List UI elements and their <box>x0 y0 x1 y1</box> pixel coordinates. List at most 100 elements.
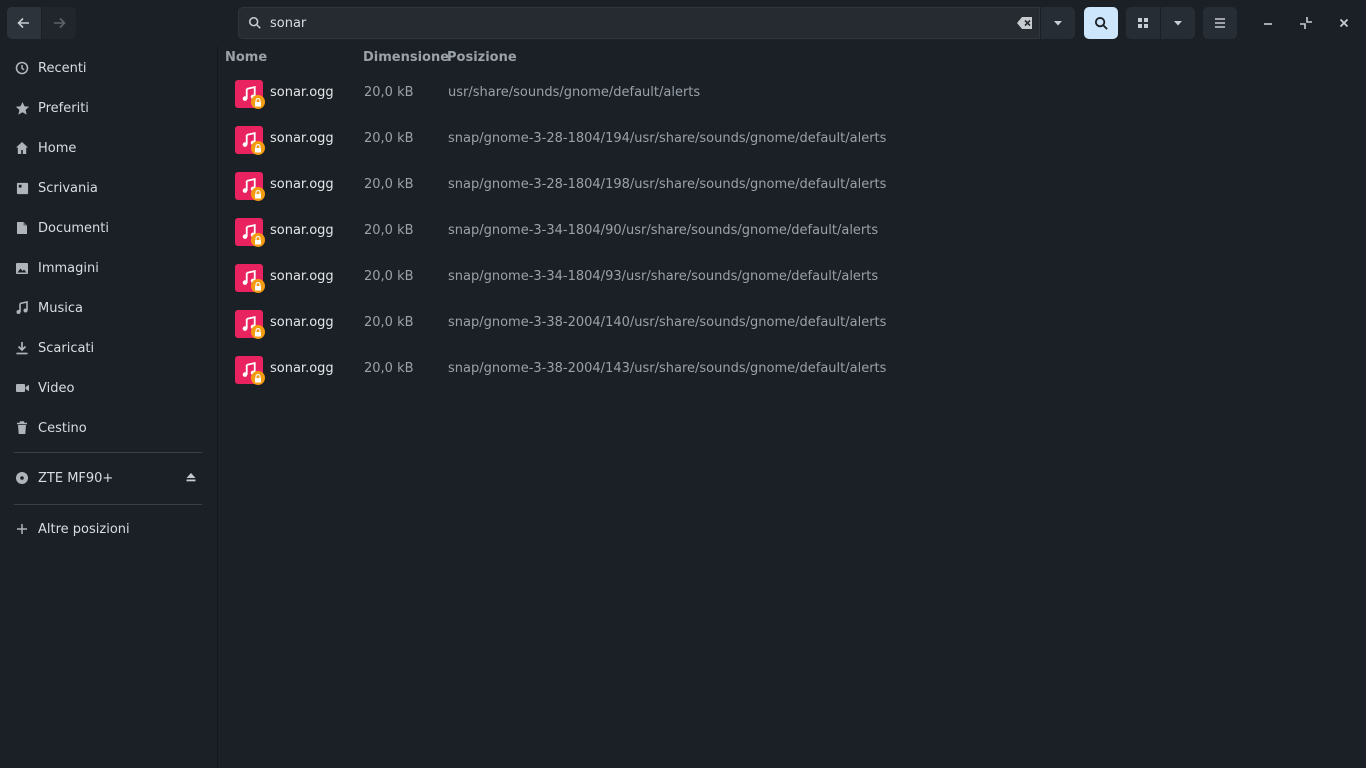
file-location: snap/gnome-3-28-1804/198/usr/share/sound… <box>448 177 887 192</box>
sidebar-item-scaricati[interactable]: Scaricati <box>0 328 218 368</box>
back-button[interactable] <box>7 7 41 39</box>
lock-icon <box>251 371 265 385</box>
lock-icon <box>251 141 265 155</box>
sidebar-item-label: Documenti <box>38 220 109 236</box>
disc-icon <box>14 470 30 486</box>
sidebar-item-label: Altre posizioni <box>38 521 130 537</box>
column-header-size[interactable]: Dimensione <box>363 50 449 65</box>
table-row[interactable]: sonar.ogg 20,0 kB snap/gnome-3-38-2004/140… <box>219 300 1366 346</box>
clock-icon <box>14 60 30 76</box>
sidebar-separator <box>14 504 202 505</box>
restore-icon <box>1300 17 1312 29</box>
file-size: 20,0 kB <box>364 269 414 284</box>
sidebar-item-cestino[interactable]: Cestino <box>0 408 218 448</box>
desktop-icon <box>14 180 30 196</box>
star-icon <box>14 100 30 116</box>
close-icon <box>1339 18 1349 28</box>
file-size: 20,0 kB <box>364 315 414 330</box>
file-name: sonar.ogg <box>270 131 334 146</box>
sidebar-item-video[interactable]: Video <box>0 368 218 408</box>
search-input[interactable] <box>270 15 990 31</box>
close-button[interactable] <box>1328 7 1360 39</box>
sidebar-item-label: ZTE MF90+ <box>38 470 114 486</box>
file-list: Nome Dimensione Posizione sonar.ogg 20,0 … <box>219 46 1366 768</box>
sidebar-item-documenti[interactable]: Documenti <box>0 208 218 248</box>
sidebar-item-musica[interactable]: Musica <box>0 288 218 328</box>
grid-icon <box>1138 18 1148 28</box>
sidebar-item-label: Video <box>38 380 75 396</box>
hamburger-menu-icon <box>1215 18 1225 28</box>
file-location: usr/share/sounds/gnome/default/alerts <box>448 85 701 100</box>
lock-icon <box>251 187 265 201</box>
arrow-right-icon <box>54 17 66 29</box>
file-name: sonar.ogg <box>270 177 334 192</box>
file-location: snap/gnome-3-38-2004/143/usr/share/sound… <box>448 361 887 376</box>
sidebar-item-other-locations[interactable]: Altre posizioni <box>0 509 218 549</box>
chevron-down-icon <box>1174 21 1182 26</box>
lock-icon <box>251 279 265 293</box>
file-name: sonar.ogg <box>270 361 334 376</box>
file-name: sonar.ogg <box>270 223 334 238</box>
music-icon <box>14 300 30 316</box>
sidebar-separator <box>14 452 202 453</box>
header-bar <box>0 0 1366 46</box>
sidebar-item-device[interactable]: ZTE MF90+ <box>0 458 218 498</box>
home-icon <box>14 140 30 156</box>
table-row[interactable]: sonar.ogg 20,0 kB snap/gnome-3-28-1804/194… <box>219 116 1366 162</box>
sidebar-item-scrivania[interactable]: Scrivania <box>0 168 218 208</box>
lock-icon <box>251 95 265 109</box>
file-size: 20,0 kB <box>364 85 414 100</box>
sidebar-item-label: Scrivania <box>38 180 98 196</box>
table-row[interactable]: sonar.ogg 20,0 kB snap/gnome-3-28-1804/198… <box>219 162 1366 208</box>
restore-button[interactable] <box>1290 7 1322 39</box>
sidebar-item-label: Immagini <box>38 260 99 276</box>
sidebar-item-home[interactable]: Home <box>0 128 218 168</box>
eject-icon[interactable] <box>185 471 197 483</box>
table-row[interactable]: sonar.ogg 20,0 kB snap/gnome-3-34-1804/93/… <box>219 254 1366 300</box>
trash-icon <box>14 420 30 436</box>
table-row[interactable]: sonar.ogg 20,0 kB snap/gnome-3-34-1804/90/… <box>219 208 1366 254</box>
download-icon <box>14 340 30 356</box>
file-size: 20,0 kB <box>364 177 414 192</box>
table-row[interactable]: sonar.ogg 20,0 kB usr/share/sounds/gnome/d… <box>219 70 1366 116</box>
lock-icon <box>251 325 265 339</box>
grid-view-button[interactable] <box>1126 7 1160 39</box>
sidebar-item-label: Recenti <box>38 60 87 76</box>
file-location: snap/gnome-3-28-1804/194/usr/share/sound… <box>448 131 887 146</box>
file-size: 20,0 kB <box>364 361 414 376</box>
sidebar-item-preferiti[interactable]: Preferiti <box>0 88 218 128</box>
sidebar-item-label: Musica <box>38 300 83 316</box>
file-size: 20,0 kB <box>364 223 414 238</box>
column-header-location[interactable]: Posizione <box>447 50 517 65</box>
search-icon <box>248 16 261 29</box>
document-icon <box>14 220 30 236</box>
sidebar-item-immagini[interactable]: Immagini <box>0 248 218 288</box>
file-name: sonar.ogg <box>270 85 334 100</box>
sidebar-item-label: Preferiti <box>38 100 89 116</box>
sidebar-item-label: Cestino <box>38 420 87 436</box>
table-row[interactable]: sonar.ogg 20,0 kB snap/gnome-3-38-2004/143… <box>219 346 1366 392</box>
main-menu-button[interactable] <box>1203 7 1237 39</box>
chevron-down-icon <box>1054 21 1062 26</box>
arrow-left-icon <box>17 17 29 29</box>
plus-icon <box>14 521 30 537</box>
sidebar-item-label: Home <box>38 140 77 156</box>
view-options-button[interactable] <box>1161 7 1195 39</box>
minimize-button[interactable] <box>1252 7 1284 39</box>
file-size: 20,0 kB <box>364 131 414 146</box>
lock-icon <box>251 233 265 247</box>
forward-button[interactable] <box>42 7 76 39</box>
search-field[interactable] <box>238 7 1040 39</box>
sidebar: Recenti Preferiti Home Scrivania Documen… <box>0 46 218 768</box>
file-location: snap/gnome-3-34-1804/93/usr/share/sounds… <box>448 269 879 284</box>
search-toggle-button[interactable] <box>1084 7 1118 39</box>
sidebar-item-recenti[interactable]: Recenti <box>0 48 218 88</box>
clear-text-icon[interactable] <box>1017 16 1033 30</box>
image-icon <box>14 260 30 276</box>
minimize-icon <box>1264 23 1272 25</box>
video-icon <box>14 380 30 396</box>
search-options-button[interactable] <box>1041 7 1075 39</box>
column-header-name[interactable]: Nome <box>225 50 267 65</box>
file-location: snap/gnome-3-34-1804/90/usr/share/sounds… <box>448 223 879 238</box>
file-name: sonar.ogg <box>270 269 334 284</box>
